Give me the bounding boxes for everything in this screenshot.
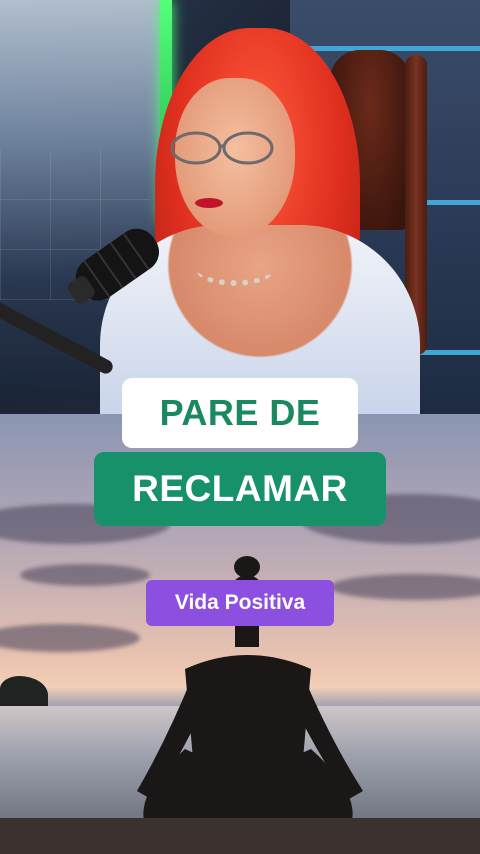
glasses-icon: [170, 131, 274, 165]
video-frame[interactable]: PARE DE RECLAMAR Vida Positiva: [0, 0, 480, 854]
host-lips: [195, 198, 223, 208]
island-silhouette: [0, 676, 48, 708]
microphone-icon: [67, 228, 160, 304]
vida-positiva-badge: Vida Positiva: [146, 580, 334, 626]
caption-line-2: RECLAMAR: [94, 452, 386, 526]
wooden-deck: [0, 818, 480, 854]
caption-line-1: PARE DE: [122, 378, 358, 448]
podcast-host-image: [0, 0, 480, 414]
necklace: [196, 252, 274, 286]
